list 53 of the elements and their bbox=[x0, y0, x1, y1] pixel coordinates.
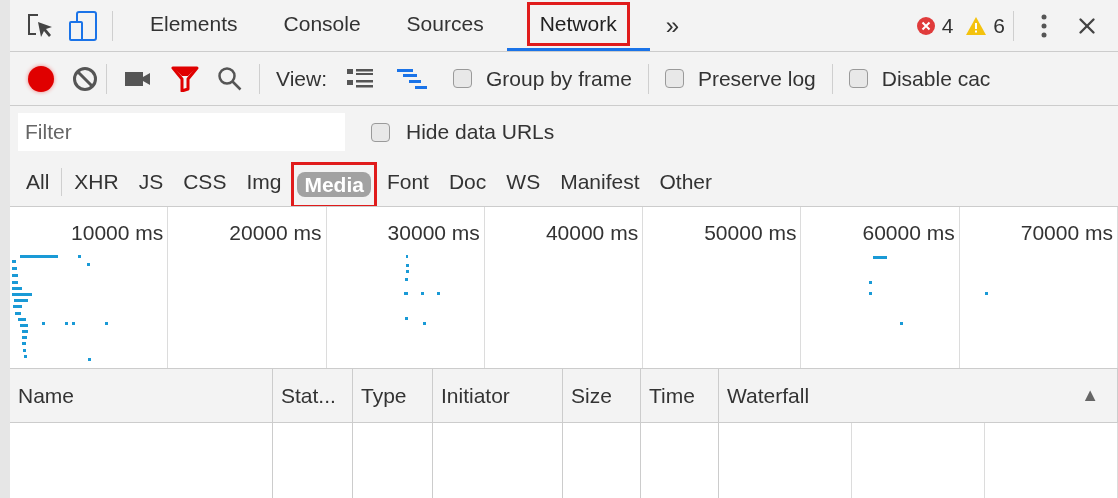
list-view-icon[interactable] bbox=[347, 67, 373, 90]
clear-icon[interactable] bbox=[72, 65, 98, 92]
checkbox-label: Disable cac bbox=[881, 65, 991, 92]
column-header[interactable]: Waterfall bbox=[727, 379, 810, 412]
video-camera-icon[interactable] bbox=[125, 70, 151, 87]
column-header[interactable]: Size bbox=[571, 379, 612, 412]
device-toolbar-icon[interactable] bbox=[68, 9, 98, 42]
type-filter[interactable]: WS bbox=[496, 163, 551, 201]
time-tick-label: 20000 ms bbox=[229, 220, 322, 246]
error-icon bbox=[915, 15, 936, 36]
warning-count: 6 bbox=[993, 12, 1005, 39]
column-header[interactable]: Name bbox=[18, 379, 75, 412]
column-header[interactable]: Initiator bbox=[441, 379, 510, 412]
column-header[interactable]: Type bbox=[361, 379, 407, 412]
checkbox[interactable] bbox=[848, 69, 868, 88]
inspect-element-icon[interactable] bbox=[26, 11, 54, 40]
time-tick-label: 50000 ms bbox=[704, 220, 797, 246]
search-icon[interactable] bbox=[217, 65, 243, 92]
time-tick-label: 60000 ms bbox=[862, 220, 955, 246]
warning-icon bbox=[965, 15, 988, 36]
checkbox[interactable] bbox=[664, 69, 684, 88]
checkbox[interactable] bbox=[453, 69, 472, 88]
type-filter[interactable]: CSS bbox=[173, 163, 237, 201]
time-tick-label: 40000 ms bbox=[545, 220, 639, 246]
time-tick-label: 30000 ms bbox=[387, 220, 480, 246]
type-filter[interactable]: XHR bbox=[64, 163, 129, 201]
type-filter[interactable]: Img bbox=[236, 163, 292, 201]
more-tabs-button[interactable]: » bbox=[649, 0, 696, 51]
filter-field[interactable]: Filter bbox=[18, 113, 345, 151]
time-tick-label: 10000 ms bbox=[71, 220, 164, 246]
type-filter[interactable]: Font bbox=[376, 163, 439, 201]
error-count: 4 bbox=[941, 12, 954, 39]
waterfall-view-icon[interactable] bbox=[397, 67, 429, 90]
type-filter[interactable]: Manifest bbox=[550, 163, 650, 201]
record-button[interactable] bbox=[28, 65, 54, 92]
type-filter[interactable]: Other bbox=[649, 163, 723, 201]
checkbox-label: Group by frame bbox=[486, 65, 632, 92]
checkbox-label: Hide data URLs bbox=[406, 119, 555, 146]
filter-icon[interactable] bbox=[171, 65, 199, 92]
type-filter[interactable]: Doc bbox=[438, 163, 497, 201]
panel-tab[interactable]: Elements bbox=[127, 0, 261, 51]
column-header[interactable]: Stat... bbox=[281, 379, 336, 412]
time-tick-label: 70000 ms bbox=[1020, 220, 1113, 246]
type-filter[interactable]: JS bbox=[128, 163, 174, 201]
type-filter[interactable]: All bbox=[16, 163, 60, 201]
panel-tab[interactable]: Console bbox=[260, 0, 384, 51]
column-header[interactable]: Time bbox=[649, 379, 695, 412]
view-label: View: bbox=[276, 65, 327, 92]
panel-tab[interactable]: Sources bbox=[383, 0, 507, 51]
sort-indicator: ▲ bbox=[1081, 384, 1099, 407]
more-options-icon[interactable] bbox=[1040, 12, 1048, 39]
checkbox[interactable] bbox=[371, 122, 390, 142]
checkbox-label: Preserve log bbox=[697, 65, 816, 92]
